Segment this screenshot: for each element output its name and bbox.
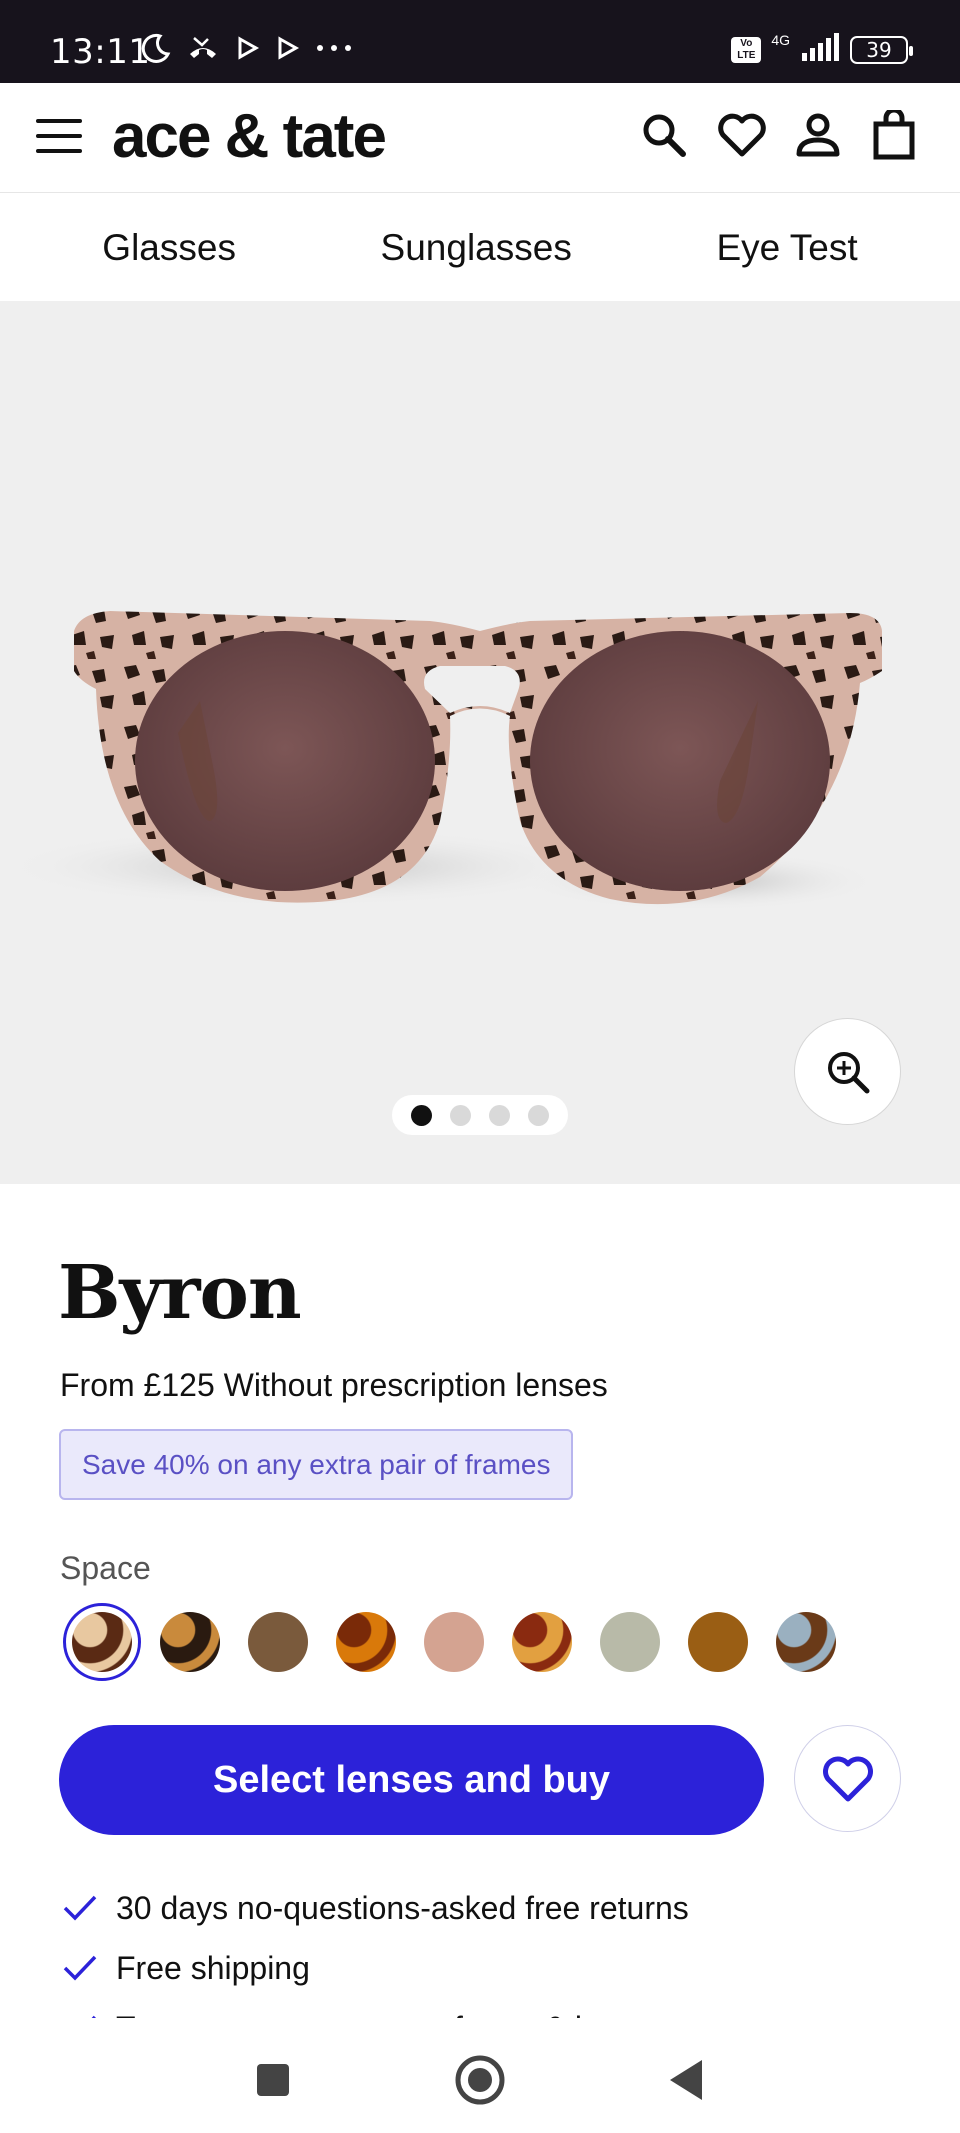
color-swatch-amber[interactable] xyxy=(322,1602,410,1682)
price-suffix: Without prescription lenses xyxy=(214,1367,608,1403)
color-swatch-brown[interactable] xyxy=(234,1602,322,1682)
price-value: £125 xyxy=(143,1367,215,1403)
color-swatch-space[interactable] xyxy=(58,1602,146,1682)
nav-item-sunglasses[interactable]: Sunglasses xyxy=(381,227,572,269)
swatch-color xyxy=(512,1612,572,1672)
swatch-color xyxy=(776,1612,836,1672)
menu-icon[interactable] xyxy=(36,119,82,155)
system-nav-bar xyxy=(0,2020,960,2133)
zoom-button[interactable] xyxy=(794,1018,901,1125)
usp-text: Two-year guarantee on frame & lenses xyxy=(116,2010,667,2019)
back-button[interactable] xyxy=(656,2050,716,2110)
account-icon[interactable] xyxy=(790,107,846,163)
network-type: 4G xyxy=(771,32,790,48)
usp-list: 30 days no-questions-asked free returns … xyxy=(62,1878,922,2018)
color-swatch-rose[interactable] xyxy=(410,1602,498,1682)
missed-call-icon xyxy=(186,32,220,69)
usp-text: Free shipping xyxy=(116,1949,310,1986)
check-icon xyxy=(63,1955,97,1981)
signal-icon xyxy=(800,32,840,68)
zoom-in-icon xyxy=(827,1051,869,1093)
gallery-dot-1[interactable] xyxy=(411,1104,432,1126)
promo-badge: Save 40% on any extra pair of frames xyxy=(59,1429,574,1500)
gallery-dot-2[interactable] xyxy=(450,1104,471,1126)
select-lenses-button[interactable]: Select lenses and buy xyxy=(59,1725,764,1835)
play-icon xyxy=(274,35,300,66)
heart-icon xyxy=(822,1756,873,1801)
color-swatches xyxy=(58,1602,850,1682)
list-item: Free shipping xyxy=(62,1938,922,1998)
selected-ring xyxy=(63,1603,141,1681)
product-gallery[interactable] xyxy=(0,301,960,1184)
swatch-color xyxy=(248,1612,308,1672)
status-bar: 13:11 Vo LTE 4G 39 xyxy=(0,0,960,83)
gallery-dot-4[interactable] xyxy=(528,1104,549,1126)
list-item: Two-year guarantee on frame & lenses xyxy=(62,1998,922,2018)
gallery-pagination xyxy=(392,1095,568,1135)
site-header: ace & tate xyxy=(0,83,960,193)
gallery-dot-3[interactable] xyxy=(489,1104,510,1126)
volte-badge: Vo LTE xyxy=(731,37,762,63)
play-icon xyxy=(234,35,260,66)
square-icon xyxy=(257,2064,289,2096)
swatch-color xyxy=(600,1612,660,1672)
recents-button[interactable] xyxy=(243,2050,303,2110)
swatch-color xyxy=(424,1612,484,1672)
swatch-color xyxy=(336,1612,396,1672)
color-swatch-caramel[interactable] xyxy=(674,1602,762,1682)
status-time: 13:11 xyxy=(50,32,151,72)
more-dots-icon xyxy=(314,35,354,66)
color-swatch-sage[interactable] xyxy=(586,1602,674,1682)
status-right-icons: Vo LTE 4G 39 xyxy=(731,30,913,70)
search-icon[interactable] xyxy=(636,107,692,163)
price-prefix: From xyxy=(60,1367,144,1403)
check-icon xyxy=(91,2015,97,2018)
bag-icon[interactable] xyxy=(866,107,922,163)
swatch-color xyxy=(72,1612,132,1672)
swatch-color xyxy=(688,1612,748,1672)
usp-text: 30 days no-questions-asked free returns xyxy=(116,1889,689,1926)
battery-indicator: 39 xyxy=(850,36,913,64)
nav-item-eye-test[interactable]: Eye Test xyxy=(716,227,857,269)
moon-icon xyxy=(140,32,172,69)
product-title: Byron xyxy=(58,1250,302,1336)
color-swatch-tortoise[interactable] xyxy=(146,1602,234,1682)
price-line: From £125 Without prescription lenses xyxy=(60,1367,608,1404)
color-swatch-honey[interactable] xyxy=(498,1602,586,1682)
home-circle-icon xyxy=(455,2055,505,2105)
brand-logo[interactable]: ace & tate xyxy=(112,101,387,172)
category-nav: Glasses Sunglasses Eye Test xyxy=(0,194,960,301)
add-to-wishlist-button[interactable] xyxy=(794,1725,901,1832)
status-left-icons xyxy=(140,30,354,70)
back-triangle-icon xyxy=(670,2060,702,2100)
check-icon xyxy=(63,1895,97,1921)
list-item: 30 days no-questions-asked free returns xyxy=(62,1878,922,1938)
nav-item-glasses[interactable]: Glasses xyxy=(102,227,236,269)
swatch-color xyxy=(160,1612,220,1672)
color-swatch-havana-blue[interactable] xyxy=(762,1602,850,1682)
heart-icon[interactable] xyxy=(714,107,770,163)
home-button[interactable] xyxy=(450,2050,510,2110)
color-label: Space xyxy=(60,1550,151,1586)
